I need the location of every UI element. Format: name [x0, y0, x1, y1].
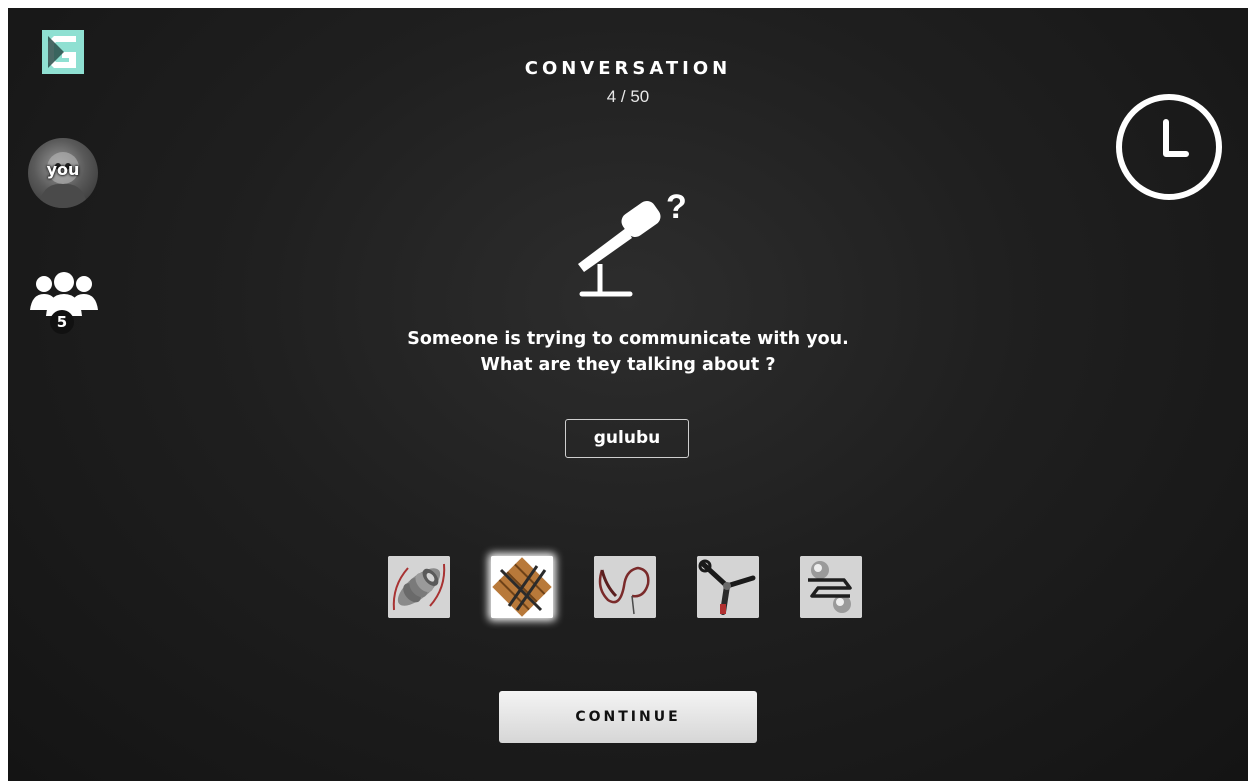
prompt-line-1: Someone is trying to communicate with yo…	[407, 329, 849, 349]
page-title: CONVERSATION	[524, 58, 732, 79]
clock-icon	[1116, 94, 1222, 200]
timer	[1114, 92, 1224, 202]
option-whip[interactable]	[594, 556, 656, 618]
prompt-line-2: What are they talking about ?	[480, 355, 776, 375]
tool-handle-icon	[697, 556, 759, 618]
avatar[interactable]: you	[28, 138, 98, 208]
header: CONVERSATION 4 / 50	[8, 58, 1248, 107]
prompt-text: Someone is trying to communicate with yo…	[8, 326, 1248, 378]
microphone-question: ?	[562, 176, 702, 301]
round-progress: 4 / 50	[606, 87, 650, 106]
option-metal-bracket[interactable]	[800, 556, 862, 618]
continue-button[interactable]: CONTINUE	[499, 691, 757, 743]
microphone-icon: ?	[578, 188, 687, 297]
option-tool-handle[interactable]	[697, 556, 759, 618]
whip-icon	[594, 556, 656, 618]
wooden-planks-icon	[491, 556, 553, 618]
spoken-word: gulubu	[565, 419, 689, 458]
coil-stack-icon	[388, 556, 450, 618]
metal-bracket-icon	[800, 556, 862, 618]
option-coil-stack[interactable]	[388, 556, 450, 618]
players-group[interactable]: 5	[28, 270, 100, 334]
game-stage: you 5 CONVERSATION 4 / 50 ? Someone is t…	[8, 8, 1248, 781]
avatar-label: you	[46, 160, 80, 179]
option-wooden-planks[interactable]	[491, 556, 553, 618]
svg-text:?: ?	[666, 188, 687, 226]
